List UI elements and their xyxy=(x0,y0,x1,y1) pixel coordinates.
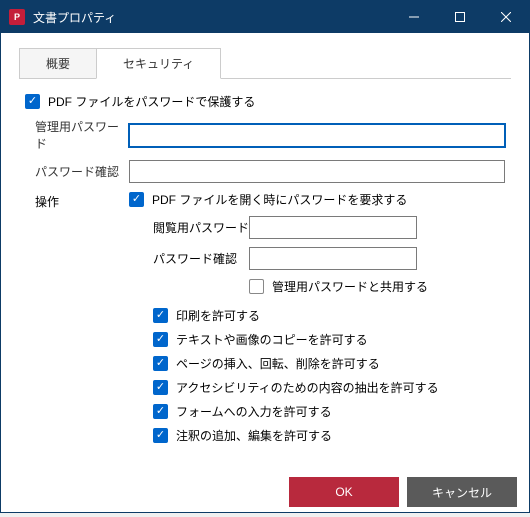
view-confirm-label: パスワード確認 xyxy=(153,250,249,267)
protect-label: PDF ファイルをパスワードで保護する xyxy=(48,93,255,110)
perm-accessibility-label: アクセシビリティのための内容の抽出を許可する xyxy=(176,379,439,396)
minimize-button[interactable] xyxy=(391,1,437,33)
titlebar: P 文書プロパティ xyxy=(1,1,529,33)
security-panel: PDF ファイルをパスワードで保護する 管理用パスワード パスワード確認 操作 … xyxy=(19,79,511,457)
perm-form-checkbox[interactable] xyxy=(153,404,168,419)
share-admin-checkbox[interactable] xyxy=(249,279,264,294)
perm-accessibility-checkbox[interactable] xyxy=(153,380,168,395)
perm-copy-label: テキストや画像のコピーを許可する xyxy=(176,331,368,348)
perm-copy-checkbox[interactable] xyxy=(153,332,168,347)
perm-annot-checkbox[interactable] xyxy=(153,428,168,443)
ok-button[interactable]: OK xyxy=(289,477,399,507)
perm-print-checkbox[interactable] xyxy=(153,308,168,323)
dialog-window: P 文書プロパティ 概要 セキュリティ PDF ファイルをパスワードで保護する … xyxy=(0,0,530,513)
view-confirm-input[interactable] xyxy=(249,247,417,270)
close-button[interactable] xyxy=(483,1,529,33)
perm-annot-label: 注釈の追加、編集を許可する xyxy=(176,427,332,444)
perm-page-ops-label: ページの挿入、回転、削除を許可する xyxy=(176,355,380,372)
share-admin-label: 管理用パスワードと共用する xyxy=(272,278,428,295)
admin-password-label: 管理用パスワード xyxy=(35,118,129,152)
perm-form-label: フォームへの入力を許可する xyxy=(176,403,332,420)
perm-page-ops-checkbox[interactable] xyxy=(153,356,168,371)
operations-label: 操作 xyxy=(35,191,129,210)
button-row: OK キャンセル xyxy=(1,467,529,517)
content-area: 概要 セキュリティ PDF ファイルをパスワードで保護する 管理用パスワード パ… xyxy=(1,33,529,467)
tab-security[interactable]: セキュリティ xyxy=(96,48,221,79)
protect-checkbox[interactable] xyxy=(25,94,40,109)
window-title: 文書プロパティ xyxy=(33,9,391,26)
perm-print-label: 印刷を許可する xyxy=(176,307,260,324)
maximize-button[interactable] xyxy=(437,1,483,33)
tab-summary[interactable]: 概要 xyxy=(19,48,96,79)
cancel-button[interactable]: キャンセル xyxy=(407,477,517,507)
confirm-password-input[interactable] xyxy=(129,160,505,183)
require-open-password-checkbox[interactable] xyxy=(129,192,144,207)
view-password-input[interactable] xyxy=(249,216,417,239)
view-password-label: 閲覧用パスワード xyxy=(153,219,249,236)
admin-password-input[interactable] xyxy=(129,124,505,147)
confirm-password-label: パスワード確認 xyxy=(35,163,129,180)
tab-strip: 概要 セキュリティ xyxy=(19,47,511,79)
require-open-password-label: PDF ファイルを開く時にパスワードを要求する xyxy=(152,191,407,208)
app-icon: P xyxy=(9,9,25,25)
